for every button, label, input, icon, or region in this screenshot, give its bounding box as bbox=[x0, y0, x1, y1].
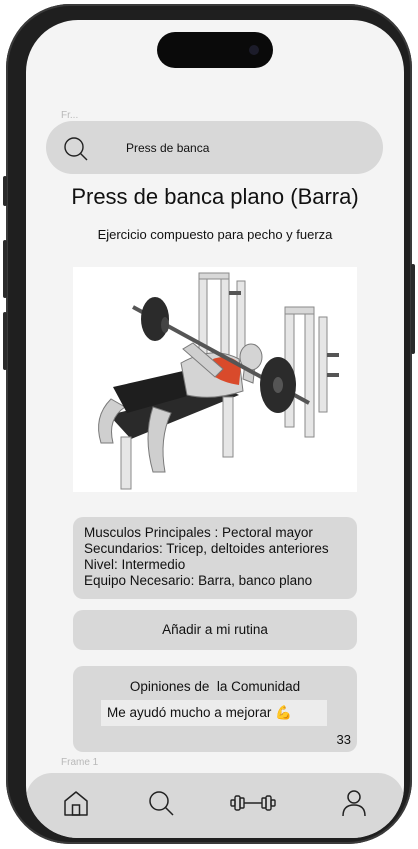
level: Nivel: Intermedio bbox=[84, 557, 186, 572]
volume-down-button bbox=[3, 312, 7, 370]
primary-muscles: Musculos Principales : Pectoral mayor bbox=[84, 525, 313, 540]
volume-up-button bbox=[3, 240, 7, 298]
exercise-info-card: Musculos Principales : Pectoral mayor Se… bbox=[73, 517, 357, 599]
camera-icon bbox=[249, 45, 259, 55]
frame-label-top: Fr... bbox=[61, 110, 79, 121]
bottom-nav bbox=[26, 773, 404, 838]
equipment: Equipo Necesario: Barra, banco plano bbox=[84, 573, 313, 588]
power-button bbox=[411, 264, 415, 354]
frame-label-bottom: Frame 1 bbox=[61, 757, 99, 768]
secondary-muscles: Secundarios: Tricep, deltoides anteriore… bbox=[84, 541, 329, 556]
comment-item[interactable]: Me ayudó mucho a mejorar 💪 bbox=[101, 700, 327, 726]
community-title: Opiniones de la Comunidad bbox=[129, 679, 301, 694]
phone-frame: Fr... Press de banca Press de banca plan… bbox=[3, 4, 415, 844]
dumbbell-icon[interactable] bbox=[229, 787, 277, 819]
search-bar[interactable]: Press de banca bbox=[46, 121, 383, 174]
search-icon bbox=[64, 137, 88, 161]
dynamic-island bbox=[157, 32, 273, 68]
search-icon[interactable] bbox=[145, 787, 177, 819]
search-input[interactable]: Press de banca bbox=[126, 141, 209, 155]
action-button bbox=[3, 176, 7, 206]
user-icon[interactable] bbox=[338, 787, 370, 819]
exercise-image bbox=[73, 267, 357, 492]
bench-press-illustration bbox=[98, 272, 339, 490]
add-to-routine-button[interactable]: Añadir a mi rutina bbox=[73, 610, 357, 650]
comment-count: 33 bbox=[336, 732, 351, 747]
screen: Fr... Press de banca Press de banca plan… bbox=[26, 20, 404, 838]
home-icon[interactable] bbox=[60, 787, 92, 819]
exercise-title: Press de banca plano (Barra) bbox=[71, 184, 359, 209]
community-reviews-card: Opiniones de la Comunidad Me ayudó mucho… bbox=[73, 666, 357, 752]
exercise-subtitle: Ejercicio compuesto para pecho y fuerza bbox=[97, 227, 333, 242]
